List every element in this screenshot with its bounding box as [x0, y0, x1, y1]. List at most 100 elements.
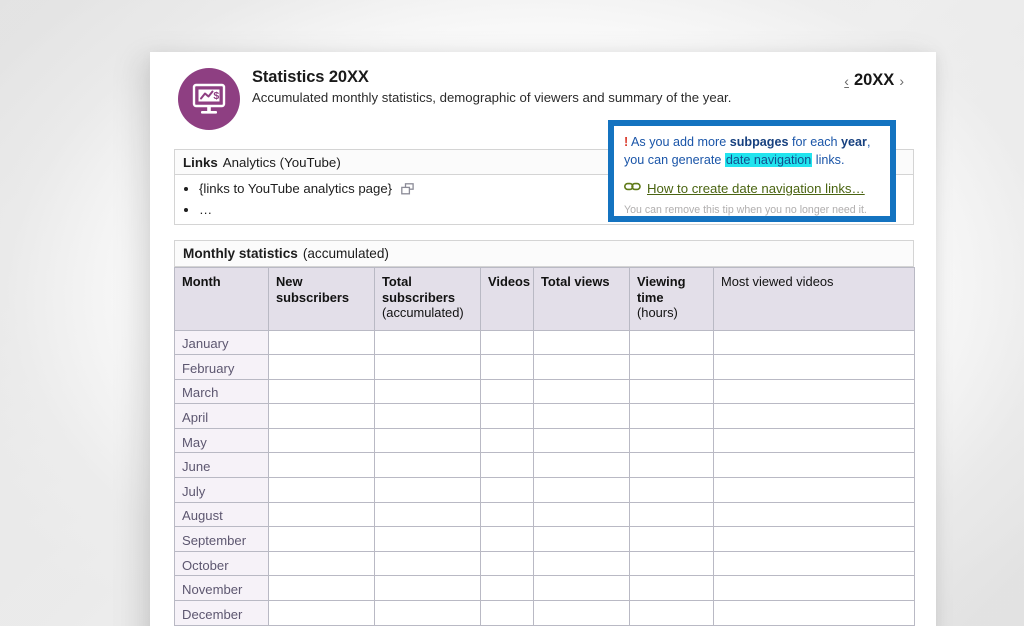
data-cell-videos[interactable] — [480, 600, 534, 626]
data-cell-total-subscribers[interactable] — [374, 550, 481, 577]
data-cell-viewing-time[interactable] — [629, 600, 714, 626]
data-cell-total-subscribers[interactable] — [374, 427, 481, 454]
data-cell-total-views[interactable] — [533, 501, 630, 528]
data-cell-most-viewed[interactable] — [713, 477, 915, 503]
chevron-left-icon[interactable]: ‹ — [844, 73, 849, 89]
data-cell-most-viewed[interactable] — [713, 378, 915, 405]
tip-text-line-2: you can generate date navigation links. — [624, 152, 880, 170]
data-cell-videos[interactable] — [480, 477, 534, 503]
data-cell-videos[interactable] — [480, 354, 534, 380]
data-cell-total-subscribers[interactable] — [374, 575, 481, 602]
data-cell-new-subscribers[interactable] — [268, 329, 375, 356]
table-row: July — [174, 477, 915, 503]
data-cell-most-viewed[interactable] — [713, 329, 915, 356]
data-cell-most-viewed[interactable] — [713, 600, 915, 626]
data-cell-viewing-time[interactable] — [629, 378, 714, 405]
current-year-label[interactable]: 20XX — [854, 71, 894, 90]
data-cell-videos[interactable] — [480, 501, 534, 528]
data-cell-total-subscribers[interactable] — [374, 600, 481, 626]
data-cell-total-views[interactable] — [533, 427, 630, 454]
data-cell-videos[interactable] — [480, 452, 534, 479]
data-cell-videos[interactable] — [480, 427, 534, 454]
svg-text:$: $ — [213, 90, 219, 102]
tip-bold-subpages: subpages — [729, 135, 789, 149]
data-cell-new-subscribers[interactable] — [268, 354, 375, 380]
data-cell-total-views[interactable] — [533, 550, 630, 577]
data-cell-total-subscribers[interactable] — [374, 378, 481, 405]
data-cell-viewing-time[interactable] — [629, 427, 714, 454]
data-cell-most-viewed[interactable] — [713, 575, 915, 602]
data-cell-new-subscribers[interactable] — [268, 427, 375, 454]
data-cell-viewing-time[interactable] — [629, 329, 714, 356]
data-cell-new-subscribers[interactable] — [268, 501, 375, 528]
data-cell-most-viewed[interactable] — [713, 354, 915, 380]
external-link-icon[interactable] — [400, 181, 414, 200]
link-item-label: {links to YouTube analytics page} — [199, 181, 393, 196]
data-cell-total-subscribers[interactable] — [374, 403, 481, 429]
data-cell-new-subscribers[interactable] — [268, 378, 375, 405]
tip-bold-year: year — [841, 135, 867, 149]
tip-text-a: As you add more — [631, 135, 730, 149]
data-cell-new-subscribers[interactable] — [268, 477, 375, 503]
month-label-cell: October — [174, 550, 269, 577]
data-cell-total-subscribers[interactable] — [374, 501, 481, 528]
data-cell-new-subscribers[interactable] — [268, 550, 375, 577]
data-cell-most-viewed[interactable] — [713, 550, 915, 577]
data-cell-total-subscribers[interactable] — [374, 354, 481, 380]
tip-text-b: for each — [788, 135, 842, 149]
data-cell-new-subscribers[interactable] — [268, 600, 375, 626]
month-label-cell: July — [174, 477, 269, 503]
data-cell-viewing-time[interactable] — [629, 452, 714, 479]
page-header: $ Statistics 20XX Accumulated monthly st… — [150, 52, 936, 130]
warning-icon: ! — [624, 135, 629, 149]
table-row: September — [174, 526, 915, 552]
month-label-cell: May — [174, 427, 269, 454]
data-cell-total-views[interactable] — [533, 526, 630, 552]
tip-help-link[interactable]: How to create date navigation links… — [647, 181, 865, 196]
year-navigation: ‹ 20XX › — [844, 71, 904, 90]
data-cell-total-views[interactable] — [533, 329, 630, 356]
table-row: October — [174, 550, 915, 577]
data-cell-total-subscribers[interactable] — [374, 526, 481, 552]
data-cell-viewing-time[interactable] — [629, 550, 714, 577]
data-cell-total-views[interactable] — [533, 575, 630, 602]
page-subtitle: Accumulated monthly statistics, demograp… — [252, 90, 732, 105]
data-cell-viewing-time[interactable] — [629, 526, 714, 552]
data-cell-videos[interactable] — [480, 575, 534, 602]
data-cell-total-views[interactable] — [533, 477, 630, 503]
data-cell-total-subscribers[interactable] — [374, 452, 481, 479]
data-cell-most-viewed[interactable] — [713, 501, 915, 528]
data-cell-total-subscribers[interactable] — [374, 329, 481, 356]
data-cell-new-subscribers[interactable] — [268, 452, 375, 479]
data-cell-videos[interactable] — [480, 329, 534, 356]
tip-dismiss-note: You can remove this tip when you no long… — [624, 204, 867, 216]
data-cell-total-views[interactable] — [533, 354, 630, 380]
data-cell-new-subscribers[interactable] — [268, 403, 375, 429]
data-cell-videos[interactable] — [480, 403, 534, 429]
table-row: February — [174, 354, 915, 380]
data-cell-viewing-time[interactable] — [629, 354, 714, 380]
data-cell-most-viewed[interactable] — [713, 526, 915, 552]
column-header-most-viewed-videos: Most viewed videos — [713, 267, 915, 331]
data-cell-viewing-time[interactable] — [629, 477, 714, 503]
data-cell-most-viewed[interactable] — [713, 403, 915, 429]
data-cell-new-subscribers[interactable] — [268, 575, 375, 602]
tip-highlight: date navigation — [724, 152, 813, 167]
data-cell-most-viewed[interactable] — [713, 427, 915, 454]
data-cell-videos[interactable] — [480, 550, 534, 577]
data-cell-new-subscribers[interactable] — [268, 526, 375, 552]
data-cell-viewing-time[interactable] — [629, 501, 714, 528]
data-cell-viewing-time[interactable] — [629, 575, 714, 602]
data-cell-most-viewed[interactable] — [713, 452, 915, 479]
chevron-right-icon[interactable]: › — [899, 73, 904, 89]
data-cell-total-views[interactable] — [533, 452, 630, 479]
data-cell-videos[interactable] — [480, 526, 534, 552]
data-cell-total-subscribers[interactable] — [374, 477, 481, 503]
column-header-label: Videos — [488, 274, 531, 289]
data-cell-total-views[interactable] — [533, 403, 630, 429]
data-cell-total-views[interactable] — [533, 600, 630, 626]
tip-link-row[interactable]: How to create date navigation links… — [624, 179, 880, 197]
data-cell-viewing-time[interactable] — [629, 403, 714, 429]
data-cell-videos[interactable] — [480, 378, 534, 405]
data-cell-total-views[interactable] — [533, 378, 630, 405]
